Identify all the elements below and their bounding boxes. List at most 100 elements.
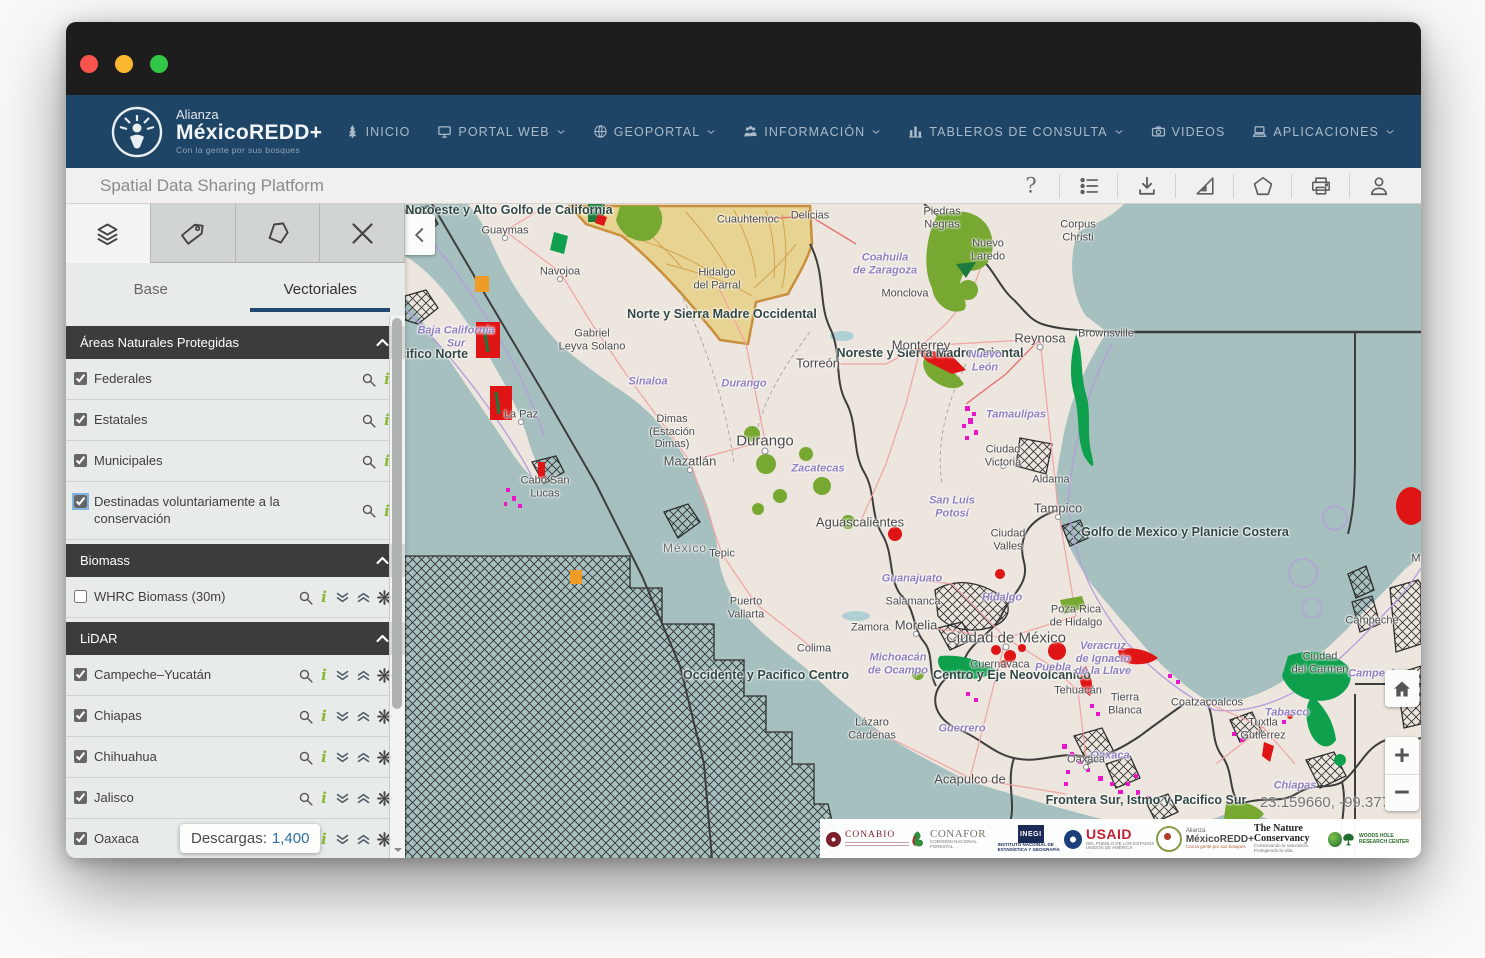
user-button[interactable] [1349, 174, 1407, 198]
measure-button[interactable] [1175, 174, 1233, 198]
brand[interactable]: Alianza MéxicoREDD+ Con la gente por sus… [110, 105, 322, 159]
collapse-icon[interactable] [355, 708, 372, 725]
download-button[interactable] [1117, 174, 1175, 198]
layer-checkbox[interactable] [74, 590, 87, 603]
zoom-window-button[interactable] [150, 55, 168, 73]
info-icon[interactable]: i [318, 708, 330, 725]
info-icon[interactable]: i [318, 790, 330, 807]
nav-item-aplicaciones[interactable]: APLICACIONES [1252, 124, 1395, 139]
nav-item-label: GEOPORTAL [614, 125, 701, 139]
tab-vectoriales[interactable]: Vectoriales [236, 263, 406, 316]
sidebar-tab-layers[interactable] [66, 204, 151, 263]
expand-icon[interactable] [334, 749, 351, 766]
layer-toggle: Chihuahua [74, 749, 157, 766]
monitor-icon [437, 124, 452, 139]
zoom-out-button[interactable]: − [1385, 775, 1419, 812]
sidebar-tab-tag[interactable] [151, 204, 236, 263]
search-icon[interactable] [297, 790, 314, 807]
expand-icon[interactable] [334, 790, 351, 807]
layer-checkbox[interactable] [74, 454, 87, 467]
print-button[interactable] [1291, 174, 1349, 198]
logo-label: The Nature Conservancy [1254, 824, 1324, 844]
search-icon[interactable] [360, 453, 377, 470]
collapse-icon[interactable] [355, 667, 372, 684]
layer-checkbox[interactable] [74, 709, 87, 722]
minimize-window-button[interactable] [115, 55, 133, 73]
logo-usaid[interactable]: USAID DEL PUEBLO DE LOS ESTADOS UNIDOS D… [1064, 827, 1156, 851]
search-icon[interactable] [297, 708, 314, 725]
layer-checkbox[interactable] [74, 668, 87, 681]
search-icon[interactable] [297, 749, 314, 766]
logo-nature-conservancy[interactable]: The Nature Conservancy Conservando la na… [1254, 824, 1342, 853]
layer-checkbox[interactable] [74, 750, 87, 763]
collapse-icon[interactable] [355, 790, 372, 807]
draw-polygon-button[interactable] [1233, 174, 1291, 198]
search-icon[interactable] [360, 412, 377, 429]
help-button[interactable]: ? [1002, 174, 1059, 198]
sidebar-tab-polygon[interactable] [236, 204, 321, 263]
layer-item-jalisco[interactable]: Jalisco i [66, 778, 405, 819]
nav-item-informacion[interactable]: INFORMACIÓN [743, 124, 881, 139]
sidebar-tab-close[interactable] [320, 204, 405, 263]
nav-item-tableros-de-consulta[interactable]: TABLEROS DE CONSULTA [908, 124, 1123, 139]
home-extent-button[interactable] [1385, 670, 1419, 707]
logo-woods-hole[interactable]: WOODS HOLE RESEARCH CENTER [1342, 831, 1415, 848]
legend-button[interactable] [1059, 174, 1117, 198]
search-icon[interactable] [360, 502, 377, 519]
layer-item-federales[interactable]: Federales i [66, 359, 405, 400]
expand-icon[interactable] [334, 708, 351, 725]
conabio-seal-icon [826, 832, 841, 847]
layer-checkbox[interactable] [74, 832, 87, 845]
search-icon[interactable] [297, 589, 314, 606]
section-header-lidar[interactable]: LiDAR [66, 622, 405, 655]
sidebar-scrollbar[interactable] [389, 316, 405, 858]
search-icon[interactable] [360, 371, 377, 388]
tab-base[interactable]: Base [66, 263, 236, 316]
chevron-down-icon [556, 127, 566, 137]
collapse-icon[interactable] [355, 589, 372, 606]
collapse-icon[interactable] [355, 831, 372, 848]
scrollbar-down-arrow[interactable] [390, 843, 405, 857]
layer-checkbox[interactable] [74, 791, 87, 804]
layer-item-chiapas[interactable]: Chiapas i [66, 696, 405, 737]
layer-list: Áreas Naturales Protegidas Federales i E… [66, 316, 405, 858]
nav-item-label: PORTAL WEB [458, 125, 549, 139]
collapse-icon[interactable] [355, 749, 372, 766]
logo-conabio[interactable]: CONABIO [826, 831, 909, 847]
logo-mexicoredd[interactable]: Alianza MéxicoREDD+ Con la gente por sus… [1156, 826, 1254, 852]
layer-item-campeche-yucatan[interactable]: Campeche–Yucatán i [66, 655, 405, 696]
section-header-biomass[interactable]: Biomass [66, 544, 405, 577]
expand-icon[interactable] [334, 831, 351, 848]
search-icon[interactable] [297, 667, 314, 684]
section-header-areas-naturales-protegidas[interactable]: Áreas Naturales Protegidas [66, 326, 405, 359]
layer-label: Chihuahua [94, 749, 157, 766]
scrollbar-thumb[interactable] [392, 318, 402, 709]
info-icon[interactable]: i [318, 749, 330, 766]
expand-icon[interactable] [334, 667, 351, 684]
layer-item-whrc-biomass-30m[interactable]: WHRC Biomass (30m) i [66, 577, 405, 618]
layer-checkbox[interactable] [74, 495, 87, 508]
section-title: Biomass [80, 553, 130, 568]
expand-icon[interactable] [334, 589, 351, 606]
layer-checkbox[interactable] [74, 372, 87, 385]
layer-item-municipales[interactable]: Municipales i [66, 441, 405, 482]
logo-conafor[interactable]: CONAFOR COMISIÓN NACIONAL FORESTAL [909, 829, 998, 850]
chevron-down-icon [706, 127, 716, 137]
info-icon[interactable]: i [318, 667, 330, 684]
sidebar-collapse-button[interactable] [405, 214, 435, 255]
logo-inegi[interactable]: INEGI INSTITUTO NACIONAL DE ESTADÍSTICA … [998, 825, 1064, 852]
layer-checkbox[interactable] [74, 413, 87, 426]
close-window-button[interactable] [80, 55, 98, 73]
layer-item-estatales[interactable]: Estatales i [66, 400, 405, 441]
nav-item-label: APLICACIONES [1273, 125, 1379, 139]
info-icon[interactable]: i [318, 589, 330, 606]
nav-item-inicio[interactable]: INICIO [345, 124, 411, 139]
layer-item-chihuahua[interactable]: Chihuahua i [66, 737, 405, 778]
zoom-in-button[interactable]: + [1385, 737, 1419, 775]
nav-item-videos[interactable]: VIDEOS [1151, 124, 1226, 139]
chart-icon [908, 124, 923, 139]
layer-item-destinadas-voluntariamente-a-la-conservacion[interactable]: Destinadas voluntariamente a la conserva… [66, 482, 405, 540]
main-navbar: Alianza MéxicoREDD+ Con la gente por sus… [66, 95, 1421, 168]
nav-item-geoportal[interactable]: GEOPORTAL [593, 124, 717, 139]
nav-item-portal-web[interactable]: PORTAL WEB [437, 124, 565, 139]
